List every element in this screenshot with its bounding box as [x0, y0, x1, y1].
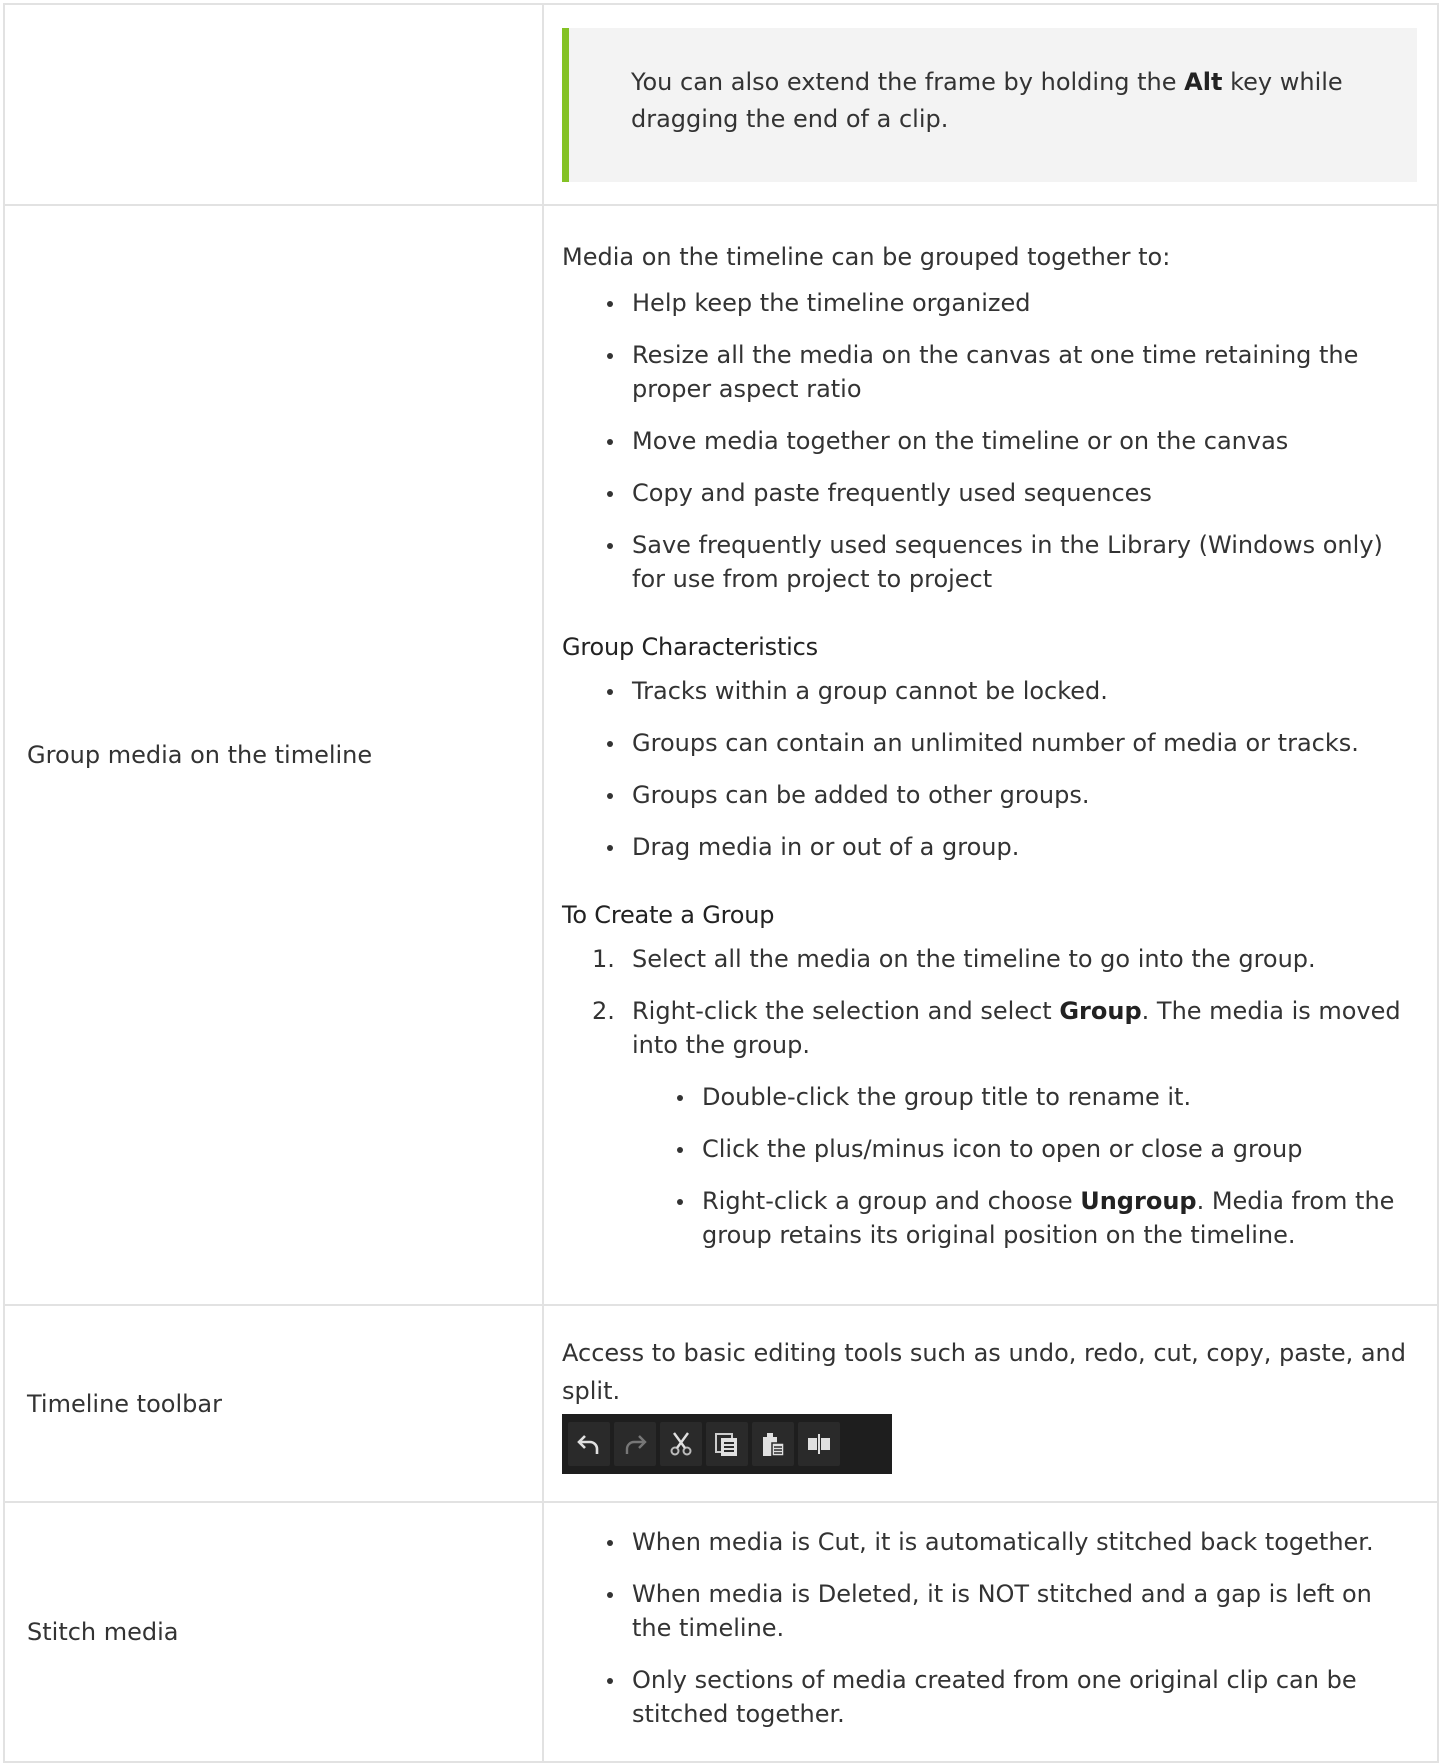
copy-button	[706, 1421, 748, 1466]
list-item: When media is Deleted, it is NOT stitche…	[607, 1577, 1417, 1645]
paste-icon	[763, 1432, 785, 1457]
undo-button	[568, 1421, 610, 1466]
step-item: 1. Select all the media on the timeline …	[592, 942, 1417, 976]
row-label: Stitch media	[3, 1501, 544, 1763]
row-content: You can also extend the frame by holding…	[542, 3, 1439, 206]
list-item: Help keep the timeline organized	[607, 286, 1417, 320]
list-item: Groups can be added to other groups.	[607, 778, 1417, 812]
cut-button	[660, 1421, 702, 1466]
paste-button	[752, 1421, 794, 1466]
table-row: Timeline toolbar Access to basic editing…	[3, 1304, 1439, 1503]
table-row: You can also extend the frame by holding…	[3, 3, 1439, 206]
step-text: Select all the media on the timeline to …	[632, 945, 1316, 973]
list-item: When media is Cut, it is automatically s…	[607, 1525, 1417, 1559]
list-item: Move media together on the timeline or o…	[607, 424, 1417, 458]
create-group-heading: To Create a Group	[562, 901, 775, 929]
list-item: Click the plus/minus icon to open or clo…	[677, 1132, 1417, 1166]
split-icon	[808, 1433, 830, 1454]
list-item: Drag media in or out of a group.	[607, 830, 1417, 864]
row-content: Access to basic editing tools such as un…	[542, 1304, 1439, 1503]
table-row: Group media on the timeline Media on the…	[3, 204, 1439, 1306]
list-item: Right-click a group and choose Ungroup. …	[677, 1184, 1417, 1252]
group-command: Group	[1059, 997, 1142, 1025]
list-item: Resize all the media on the canvas at on…	[607, 338, 1417, 406]
characteristics-list: Tracks within a group cannot be locked. …	[562, 674, 1417, 864]
list-item: Only sections of media created from one …	[607, 1663, 1417, 1731]
row-content: When media is Cut, it is automatically s…	[542, 1501, 1439, 1763]
create-group-steps: 1. Select all the media on the timeline …	[562, 942, 1417, 1252]
list-item: Tracks within a group cannot be locked.	[607, 674, 1417, 708]
feature-table: You can also extend the frame by holding…	[3, 3, 1439, 1763]
cut-icon	[670, 1431, 692, 1455]
row-label: Group media on the timeline	[3, 204, 544, 1306]
sub-text-before: Right-click a group and choose	[702, 1187, 1081, 1215]
split-button	[798, 1421, 840, 1466]
list-item: Groups can contain an unlimited number o…	[607, 726, 1417, 760]
toolbar-description: Access to basic editing tools such as un…	[562, 1338, 1406, 1405]
group-intro: Media on the timeline can be grouped tog…	[562, 243, 1171, 271]
row-label-empty	[3, 3, 544, 206]
step-sub-list: Double-click the group title to rename i…	[632, 1080, 1417, 1252]
stitch-list: When media is Cut, it is automatically s…	[562, 1525, 1417, 1731]
list-item: Double-click the group title to rename i…	[677, 1080, 1417, 1114]
document-page: You can also extend the frame by holding…	[0, 0, 1442, 1763]
undo-icon	[577, 1434, 599, 1454]
timeline-toolbar-image	[562, 1413, 892, 1474]
note-callout: You can also extend the frame by holding…	[562, 27, 1417, 182]
redo-icon	[625, 1434, 647, 1454]
note-text-before: You can also extend the frame by holding…	[631, 67, 1185, 96]
ungroup-command: Ungroup	[1080, 1187, 1197, 1215]
list-item: Save frequently used sequences in the Li…	[607, 528, 1417, 596]
step-text-before: Right-click the selection and select	[632, 997, 1060, 1025]
step-number: 2.	[592, 997, 615, 1025]
redo-button	[614, 1421, 656, 1466]
alt-key-label: Alt	[1184, 67, 1223, 96]
characteristics-heading: Group Characteristics	[562, 633, 818, 661]
list-item: Copy and paste frequently used sequences	[607, 476, 1417, 510]
table-row: Stitch media When media is Cut, it is au…	[3, 1501, 1439, 1763]
row-content: Media on the timeline can be grouped tog…	[542, 204, 1439, 1306]
row-label: Timeline toolbar	[3, 1304, 544, 1503]
copy-icon	[715, 1432, 737, 1456]
step-item: 2. Right-click the selection and select …	[592, 994, 1417, 1252]
group-benefits-list: Help keep the timeline organized Resize …	[562, 286, 1417, 596]
step-number: 1.	[592, 945, 615, 973]
